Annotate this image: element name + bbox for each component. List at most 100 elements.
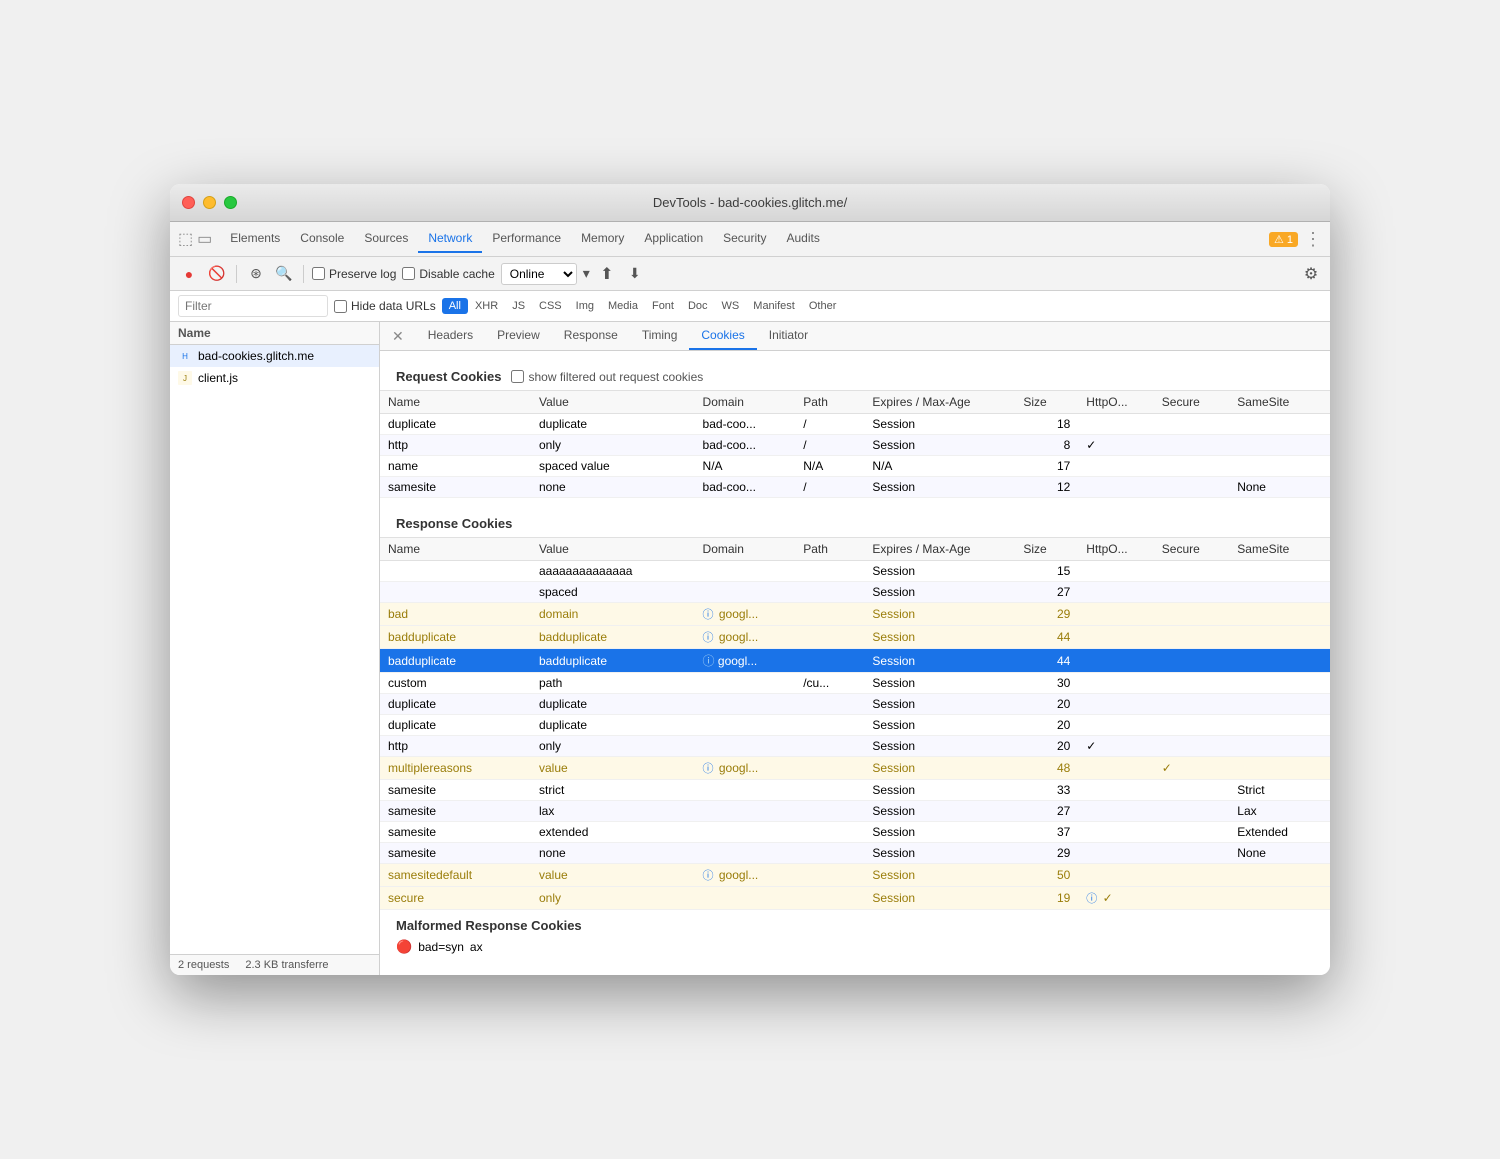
info-icon: ⓘ: [703, 632, 714, 644]
table-row[interactable]: spaced Session 27: [380, 582, 1330, 603]
malformed-cookie-text: bad=syn: [418, 940, 464, 954]
close-button[interactable]: [182, 196, 195, 209]
req-col-size: Size: [1015, 391, 1078, 414]
upload-button[interactable]: ⬆: [596, 263, 618, 285]
filter-type-buttons: All XHR JS CSS Img Media Font Doc WS Man…: [442, 298, 844, 314]
table-row-selected-badduplicate2[interactable]: badduplicate badduplicate ⓘ googl... Ses…: [380, 649, 1330, 673]
search-button[interactable]: 🔍: [273, 263, 295, 285]
tab-console[interactable]: Console: [290, 225, 354, 253]
main-area: Name H bad-cookies.glitch.me J client.js…: [170, 322, 1330, 975]
hide-data-urls-label[interactable]: Hide data URLs: [334, 299, 436, 313]
table-row[interactable]: samesite strict Session 33 Strict: [380, 780, 1330, 801]
resp-col-path: Path: [795, 538, 864, 561]
file-icon-js: J: [178, 371, 192, 385]
settings-button[interactable]: ⚙: [1300, 263, 1322, 285]
preserve-log-label[interactable]: Preserve log: [312, 267, 396, 281]
tab-cookies[interactable]: Cookies: [689, 322, 756, 350]
tab-response[interactable]: Response: [552, 322, 630, 350]
throttle-select[interactable]: Online Fast 3G Slow 3G Offline: [501, 263, 577, 285]
filter-doc-button[interactable]: Doc: [681, 298, 715, 314]
detail-panel: ✕ Headers Preview Response Timing Cookie…: [380, 322, 1330, 975]
window-title: DevTools - bad-cookies.glitch.me/: [653, 195, 847, 210]
divider-1: [236, 265, 237, 283]
req-col-domain: Domain: [695, 391, 796, 414]
filter-font-button[interactable]: Font: [645, 298, 681, 314]
resp-col-expires: Expires / Max-Age: [864, 538, 1015, 561]
table-row-warning-samesitedefault[interactable]: samesitedefault value ⓘ googl... Session…: [380, 864, 1330, 887]
network-toolbar: ● 🚫 ⊛ 🔍 Preserve log Disable cache Onlin…: [170, 257, 1330, 291]
throttle-dropdown-icon: ▾: [583, 265, 590, 282]
table-row[interactable]: duplicate duplicate Session 20: [380, 715, 1330, 736]
filter-img-button[interactable]: Img: [569, 298, 601, 314]
tab-network[interactable]: Network: [418, 225, 482, 253]
detail-close-button[interactable]: ✕: [388, 324, 408, 349]
filter-other-button[interactable]: Other: [802, 298, 844, 314]
table-row[interactable]: aaaaaaaaaaaaaa Session 15: [380, 561, 1330, 582]
filter-manifest-button[interactable]: Manifest: [746, 298, 802, 314]
filter-css-button[interactable]: CSS: [532, 298, 569, 314]
tab-headers[interactable]: Headers: [416, 322, 485, 350]
table-row[interactable]: custom path /cu... Session 30: [380, 673, 1330, 694]
response-cookies-table: Name Value Domain Path Expires / Max-Age…: [380, 537, 1330, 910]
tab-security[interactable]: Security: [713, 225, 776, 253]
table-row[interactable]: duplicate duplicate bad-coo... / Session…: [380, 414, 1330, 435]
table-row-warning-secure[interactable]: secure only Session 19 ⓘ ✓: [380, 887, 1330, 910]
table-row[interactable]: http only Session 20 ✓: [380, 736, 1330, 757]
resp-col-domain: Domain: [695, 538, 796, 561]
disable-cache-label[interactable]: Disable cache: [402, 267, 494, 281]
info-icon: ⓘ: [703, 763, 714, 775]
file-item-client-js[interactable]: J client.js: [170, 367, 379, 389]
info-icon-selected: ⓘ: [703, 654, 715, 668]
filter-js-button[interactable]: JS: [505, 298, 532, 314]
tab-memory[interactable]: Memory: [571, 225, 634, 253]
tab-preview[interactable]: Preview: [485, 322, 552, 350]
table-row[interactable]: samesite none Session 29 None: [380, 843, 1330, 864]
clear-button[interactable]: 🚫: [206, 263, 228, 285]
record-button[interactable]: ●: [178, 263, 200, 285]
more-options-icon[interactable]: ⋮: [1304, 229, 1322, 250]
device-toolbar-icon[interactable]: ▭: [197, 229, 212, 249]
table-row[interactable]: samesite none bad-coo... / Session 12 No…: [380, 477, 1330, 498]
filter-all-button[interactable]: All: [442, 298, 468, 314]
tab-sources[interactable]: Sources: [354, 225, 418, 253]
info-icon: ⓘ: [1086, 893, 1097, 905]
download-button[interactable]: ⬇: [624, 263, 646, 285]
response-cookies-section-title: Response Cookies: [380, 510, 1330, 537]
table-row[interactable]: http only bad-coo... / Session 8 ✓: [380, 435, 1330, 456]
filter-media-button[interactable]: Media: [601, 298, 645, 314]
disable-cache-checkbox[interactable]: [402, 267, 415, 280]
hide-data-urls-checkbox[interactable]: [334, 300, 347, 313]
tab-initiator[interactable]: Initiator: [757, 322, 820, 350]
devtools-window: DevTools - bad-cookies.glitch.me/ ⬚ ▭ El…: [170, 184, 1330, 975]
filter-xhr-button[interactable]: XHR: [468, 298, 505, 314]
filter-ws-button[interactable]: WS: [715, 298, 747, 314]
show-filtered-checkbox[interactable]: [511, 370, 524, 383]
cursor-icon[interactable]: ⬚: [178, 229, 193, 249]
tab-application[interactable]: Application: [634, 225, 713, 253]
table-row-warning-bad[interactable]: bad domain ⓘ googl... Session 29: [380, 603, 1330, 626]
tab-elements[interactable]: Elements: [220, 225, 290, 253]
table-row[interactable]: samesite lax Session 27 Lax: [380, 801, 1330, 822]
file-item-bad-cookies[interactable]: H bad-cookies.glitch.me: [170, 345, 379, 367]
filter-icon-button[interactable]: ⊛: [245, 263, 267, 285]
error-icon: 🔴: [396, 939, 412, 955]
filter-input[interactable]: [178, 295, 328, 317]
table-row[interactable]: samesite extended Session 37 Extended: [380, 822, 1330, 843]
maximize-button[interactable]: [224, 196, 237, 209]
preserve-log-checkbox[interactable]: [312, 267, 325, 280]
show-filtered-label[interactable]: show filtered out request cookies: [511, 370, 703, 384]
tab-performance[interactable]: Performance: [482, 225, 571, 253]
traffic-lights: [182, 196, 237, 209]
cookies-content: Request Cookies show filtered out reques…: [380, 351, 1330, 975]
file-icon-html: H: [178, 349, 192, 363]
table-row-warning-badduplicate1[interactable]: badduplicate badduplicate ⓘ googl... Ses…: [380, 626, 1330, 649]
tab-timing[interactable]: Timing: [630, 322, 690, 350]
table-row[interactable]: duplicate duplicate Session 20: [380, 694, 1330, 715]
status-transferred: 2.3 KB transferre: [245, 959, 328, 971]
filter-bar: Hide data URLs All XHR JS CSS Img Media …: [170, 291, 1330, 322]
tab-audits[interactable]: Audits: [776, 225, 829, 253]
table-row-warning-multiplereasons[interactable]: multiplereasons value ⓘ googl... Session…: [380, 757, 1330, 780]
req-col-path: Path: [795, 391, 864, 414]
table-row[interactable]: name spaced value N/A N/A N/A 17: [380, 456, 1330, 477]
minimize-button[interactable]: [203, 196, 216, 209]
